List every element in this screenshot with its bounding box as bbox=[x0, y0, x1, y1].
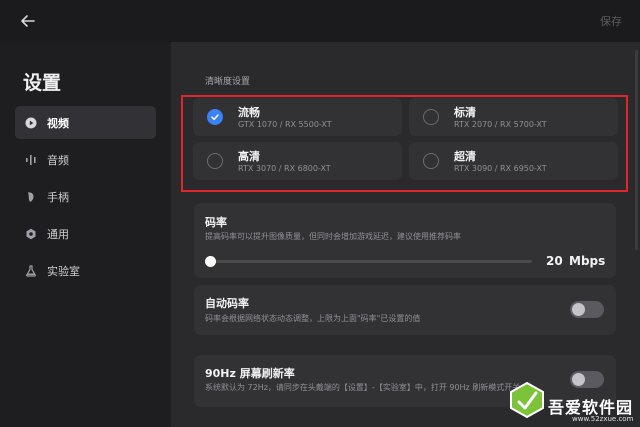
quality-option-gpu: RTX 3070 / RX 6800-XT bbox=[238, 164, 331, 173]
quality-option-ultra[interactable]: 超清 RTX 3090 / RX 6950-XT bbox=[409, 142, 618, 180]
auto-bitrate-title: 自动码率 bbox=[205, 297, 249, 310]
quality-option-standard[interactable]: 标清 RTX 2070 / RX 5700-XT bbox=[409, 98, 618, 136]
slider-thumb[interactable] bbox=[205, 256, 216, 267]
quality-option-gpu: RTX 2070 / RX 5700-XT bbox=[454, 120, 547, 129]
quality-option-title: 标清 bbox=[454, 106, 476, 119]
main-panel: 清晰度设置 流畅 GTX 1070 / RX 5500-XT 标清 RTX 20… bbox=[171, 42, 640, 427]
watermark-url: www.52zxue.com bbox=[572, 415, 634, 423]
auto-bitrate-card: 自动码率 码率会根据网络状态动态调整，上限为上面"码率"已设置的值 bbox=[194, 285, 616, 335]
sidebar-item-label: 手柄 bbox=[47, 190, 69, 204]
sidebar-item-label: 音频 bbox=[47, 153, 69, 167]
auto-bitrate-toggle[interactable] bbox=[570, 301, 604, 318]
quality-option-gpu: RTX 3090 / RX 6950-XT bbox=[454, 164, 547, 173]
gear-icon bbox=[24, 227, 38, 241]
refresh-rate-toggle[interactable] bbox=[570, 371, 604, 388]
bitrate-unit: Mbps bbox=[569, 254, 606, 268]
bitrate-card: 码率 提高码率可以提升图像质量，但同时会增加游戏延迟，建议使用推荐码率 20 M… bbox=[194, 203, 616, 278]
gamepad-icon bbox=[24, 190, 38, 204]
arrow-left-icon bbox=[21, 15, 35, 27]
sidebar-item-label: 视频 bbox=[47, 116, 69, 130]
radio-unchecked[interactable] bbox=[207, 153, 223, 169]
top-bar: 保存 bbox=[0, 0, 640, 42]
sidebar-item-general[interactable]: 通用 bbox=[15, 217, 156, 250]
radio-checked[interactable] bbox=[207, 109, 223, 125]
sidebar: 设置 视频 音频 手柄 通用 实验室 bbox=[0, 42, 171, 427]
bitrate-description: 提高码率可以提升图像质量，但同时会增加游戏延迟，建议使用推荐码率 bbox=[205, 232, 461, 241]
quality-section-label: 清晰度设置 bbox=[205, 77, 251, 87]
watermark-logo-icon bbox=[510, 381, 544, 419]
bitrate-value: 20 bbox=[546, 254, 563, 268]
auto-bitrate-description: 码率会根据网络状态动态调整，上限为上面"码率"已设置的值 bbox=[205, 314, 421, 323]
save-button[interactable]: 保存 bbox=[600, 13, 622, 29]
sidebar-item-label: 通用 bbox=[47, 227, 69, 241]
quality-option-title: 流畅 bbox=[238, 106, 260, 119]
toggle-knob bbox=[572, 303, 585, 316]
sidebar-item-video[interactable]: 视频 bbox=[15, 106, 156, 139]
quality-option-smooth[interactable]: 流畅 GTX 1070 / RX 5500-XT bbox=[193, 98, 402, 136]
scrollbar[interactable] bbox=[635, 50, 638, 250]
bitrate-title: 码率 bbox=[205, 216, 227, 229]
radio-unchecked[interactable] bbox=[423, 153, 439, 169]
sidebar-title: 设置 bbox=[23, 72, 62, 94]
sidebar-item-lab[interactable]: 实验室 bbox=[15, 254, 156, 287]
refresh-rate-description: 系统默认为 72Hz，请同步在头戴端的【设置】-【实验室】中，打开 90Hz 刷… bbox=[205, 383, 521, 392]
quality-option-gpu: GTX 1070 / RX 5500-XT bbox=[238, 120, 332, 129]
radio-unchecked[interactable] bbox=[423, 109, 439, 125]
refresh-rate-title: 90Hz 屏幕刷新率 bbox=[205, 367, 295, 380]
sidebar-item-audio[interactable]: 音频 bbox=[15, 143, 156, 176]
audio-bars-icon bbox=[24, 153, 38, 167]
quality-option-hd[interactable]: 高清 RTX 3070 / RX 6800-XT bbox=[193, 142, 402, 180]
sidebar-item-label: 实验室 bbox=[47, 264, 80, 278]
check-icon bbox=[211, 114, 219, 121]
sidebar-item-gamepad[interactable]: 手柄 bbox=[15, 180, 156, 213]
flask-icon bbox=[24, 264, 38, 278]
quality-option-title: 超清 bbox=[454, 150, 476, 163]
back-button[interactable] bbox=[17, 11, 39, 31]
bitrate-slider[interactable] bbox=[205, 256, 532, 267]
toggle-knob bbox=[572, 373, 585, 386]
play-circle-icon bbox=[24, 116, 38, 130]
quality-option-title: 高清 bbox=[238, 150, 260, 163]
